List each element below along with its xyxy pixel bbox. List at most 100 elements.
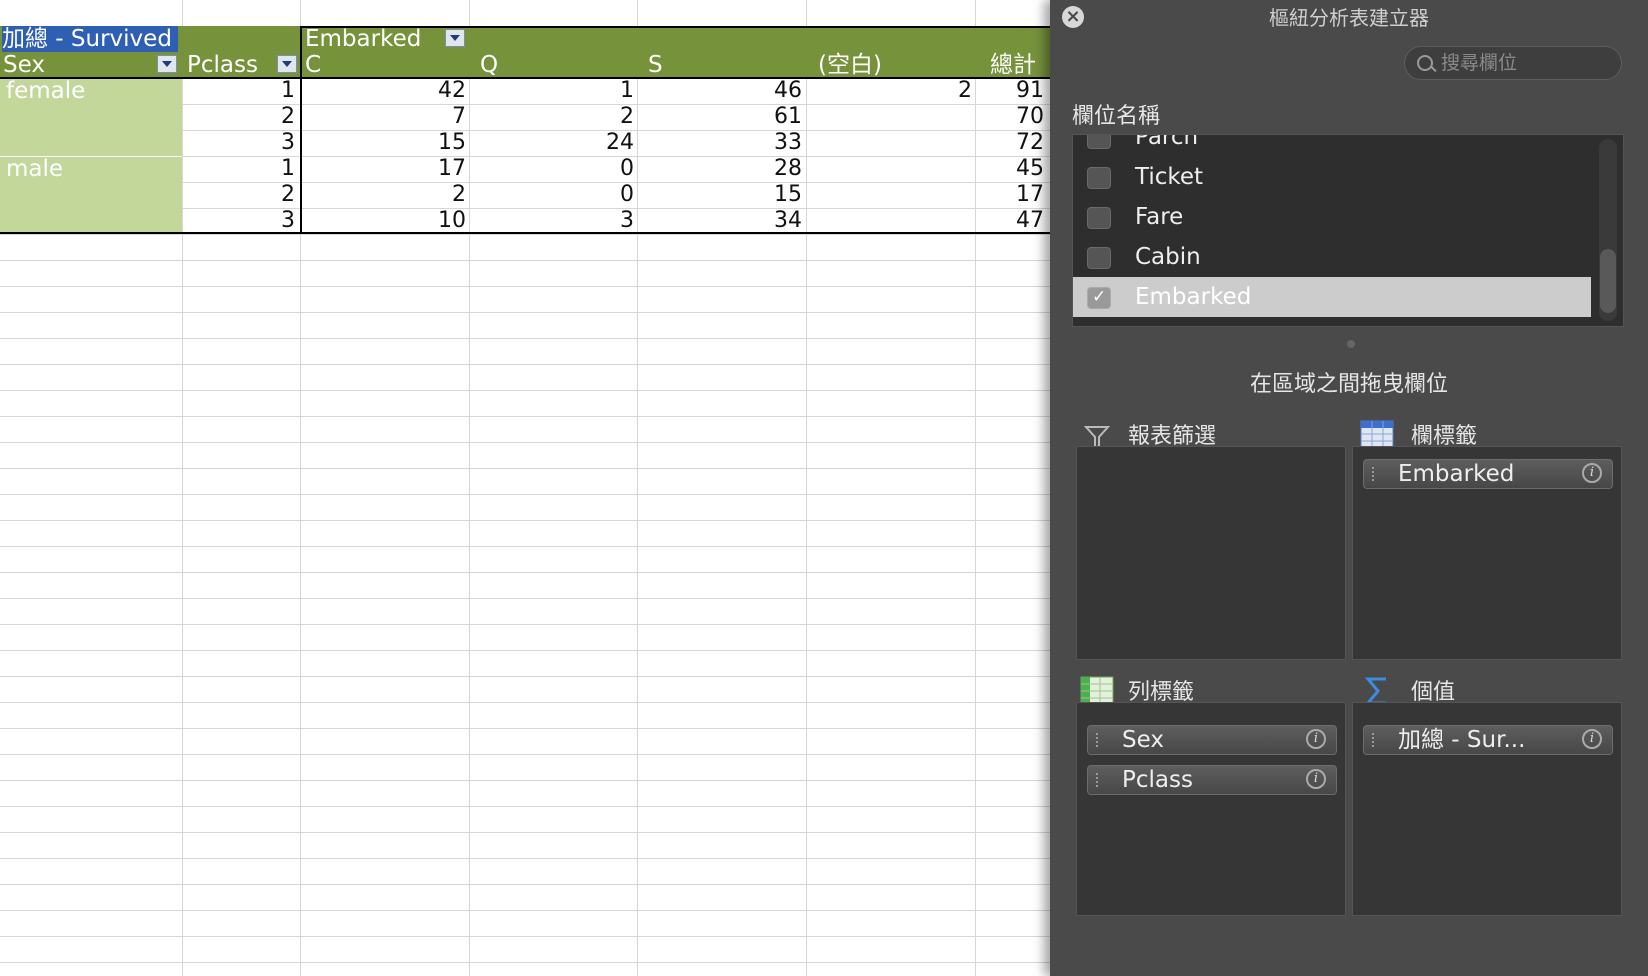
sex-filter-dropdown[interactable] xyxy=(157,55,177,73)
border xyxy=(0,232,1050,234)
search-field-input[interactable]: 搜尋欄位 xyxy=(1404,46,1622,80)
info-icon[interactable]: i xyxy=(1582,463,1602,483)
column-field-header[interactable]: Embarked xyxy=(305,26,445,52)
field-item-cabin[interactable]: Cabin xyxy=(1073,237,1591,277)
value-header-cell[interactable]: 加總 - Survived xyxy=(2,26,178,52)
value-header-label: 加總 - Survived xyxy=(2,26,172,52)
column-field-label: Embarked xyxy=(305,26,422,52)
value-cell[interactable]: 15 xyxy=(316,130,466,156)
pclass-filter-dropdown[interactable] xyxy=(277,55,297,73)
checkbox[interactable]: ✓ xyxy=(1087,287,1111,309)
value-cell[interactable]: 91 xyxy=(894,78,1044,104)
value-cell[interactable]: 2 xyxy=(484,104,634,130)
grid-line xyxy=(469,0,470,976)
value-cell[interactable]: 72 xyxy=(894,130,1044,156)
grid-line xyxy=(0,364,1100,365)
grid-line xyxy=(0,884,1100,885)
row-labels-zone[interactable]: Sex i Pclass i xyxy=(1076,702,1346,916)
grid-line xyxy=(0,286,1100,287)
field-item-fare[interactable]: Fare xyxy=(1073,197,1591,237)
row-label-pclass[interactable]: 2 xyxy=(182,182,295,208)
border xyxy=(0,77,1050,79)
grid-line xyxy=(0,598,1100,599)
embarked-filter-dropdown[interactable] xyxy=(445,29,465,47)
value-cell[interactable]: 1 xyxy=(484,78,634,104)
checkbox[interactable] xyxy=(1087,167,1111,189)
row-field-header-pclass[interactable]: Pclass xyxy=(187,52,277,78)
grid-line xyxy=(0,260,1100,261)
report-filter-zone[interactable] xyxy=(1076,446,1346,660)
value-cell[interactable]: 34 xyxy=(652,208,802,234)
grid-line xyxy=(0,676,1100,677)
row-label-sex[interactable] xyxy=(6,182,176,208)
value-cell[interactable]: 15 xyxy=(652,182,802,208)
border xyxy=(300,26,302,234)
value-cell[interactable]: 33 xyxy=(652,130,802,156)
value-cell[interactable]: 10 xyxy=(316,208,466,234)
column-labels-zone[interactable]: Embarked i xyxy=(1352,446,1622,660)
value-cell[interactable]: 28 xyxy=(652,156,802,182)
grid-line xyxy=(0,936,1100,937)
info-icon[interactable]: i xyxy=(1582,729,1602,749)
value-cell[interactable]: 46 xyxy=(652,78,802,104)
row-label-pclass[interactable]: 2 xyxy=(182,104,295,130)
value-cell[interactable]: 7 xyxy=(316,104,466,130)
row-label-sex[interactable]: male xyxy=(6,156,176,182)
column-header-1: Q xyxy=(480,52,499,78)
field-item-ticket[interactable]: Ticket xyxy=(1073,157,1591,197)
value-cell[interactable]: 17 xyxy=(894,182,1044,208)
row-label-sex[interactable] xyxy=(6,104,176,130)
info-icon[interactable]: i xyxy=(1306,729,1326,749)
border xyxy=(300,26,1050,28)
row-label-pclass[interactable]: 1 xyxy=(182,78,295,104)
value-cell[interactable]: 47 xyxy=(894,208,1044,234)
value-cell[interactable]: 42 xyxy=(316,78,466,104)
checkmark-icon: ✓ xyxy=(1092,287,1107,307)
drag-grip-icon xyxy=(1372,467,1377,481)
scroll-thumb[interactable] xyxy=(1600,249,1616,313)
drag-hint: 在區域之間拖曳欄位 xyxy=(1249,372,1448,397)
field-list[interactable]: Parch Ticket Fare Cabin ✓ Embarked xyxy=(1072,134,1624,327)
grid-line xyxy=(0,468,1100,469)
row-label-pclass[interactable]: 3 xyxy=(182,208,295,234)
field-label: Embarked xyxy=(1135,284,1252,310)
info-icon[interactable]: i xyxy=(1306,769,1326,789)
row-label-sex[interactable] xyxy=(6,208,176,234)
sex-header-label: Sex xyxy=(3,52,45,78)
field-item-parch[interactable]: Parch xyxy=(1073,135,1591,157)
drag-grip-icon xyxy=(1096,773,1101,787)
row-field-header-sex[interactable]: Sex xyxy=(3,52,153,78)
checkbox[interactable] xyxy=(1087,247,1111,269)
field-item-embarked[interactable]: ✓ Embarked xyxy=(1073,277,1591,317)
checkbox[interactable] xyxy=(1087,207,1111,229)
row-label-pclass[interactable]: 1 xyxy=(182,156,295,182)
value-cell[interactable]: 17 xyxy=(316,156,466,182)
value-cell[interactable]: 45 xyxy=(894,156,1044,182)
value-cell[interactable]: 61 xyxy=(652,104,802,130)
row-field-pill-sex[interactable]: Sex i xyxy=(1087,725,1337,755)
grid-line xyxy=(0,520,1100,521)
close-icon[interactable]: × xyxy=(1062,6,1084,28)
value-cell[interactable]: 0 xyxy=(484,182,634,208)
values-zone[interactable]: 加總 - Sur... i xyxy=(1352,702,1622,916)
checkbox[interactable] xyxy=(1087,135,1111,149)
value-field-pill-survived[interactable]: 加總 - Sur... i xyxy=(1363,725,1613,755)
value-cell[interactable]: 0 xyxy=(484,156,634,182)
column-header-2: S xyxy=(648,52,663,78)
field-list-scrollbar[interactable] xyxy=(1599,139,1617,321)
resize-handle[interactable] xyxy=(1347,340,1355,348)
field-label: Ticket xyxy=(1135,164,1204,190)
grid-line xyxy=(0,858,1100,859)
grid-line xyxy=(0,546,1100,547)
grid-line xyxy=(0,234,1100,235)
value-cell[interactable]: 3 xyxy=(484,208,634,234)
value-cell[interactable]: 2 xyxy=(316,182,466,208)
column-field-pill-embarked[interactable]: Embarked i xyxy=(1363,459,1613,489)
row-label-pclass[interactable]: 3 xyxy=(182,130,295,156)
row-label-sex[interactable]: female xyxy=(6,78,176,104)
row-label-sex[interactable] xyxy=(6,130,176,156)
row-field-pill-pclass[interactable]: Pclass i xyxy=(1087,765,1337,795)
value-cell[interactable]: 24 xyxy=(484,130,634,156)
grid-line xyxy=(806,0,807,976)
value-cell[interactable]: 70 xyxy=(894,104,1044,130)
